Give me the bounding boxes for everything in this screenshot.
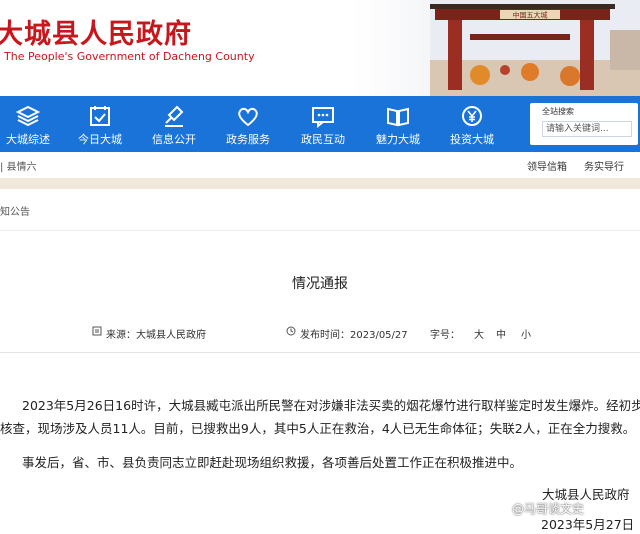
nav-label: 大城综述 xyxy=(6,133,50,146)
sub-bar: | 县情六 领导信箱 务实导行 xyxy=(0,152,640,179)
leader-mailbox-link[interactable]: 领导信箱 xyxy=(527,158,567,173)
divider xyxy=(0,352,640,353)
chat-icon xyxy=(312,107,334,128)
layers-icon xyxy=(15,105,41,127)
site-search: 全站搜索 请输入关键词... xyxy=(530,103,638,145)
divider-band xyxy=(0,178,640,189)
article-paragraph: 2023年5月26日16时许，大城县臧屯派出所民警在对涉嫌非法买卖的烟花爆竹进行… xyxy=(22,398,640,413)
nav-label: 信息公开 xyxy=(152,133,196,146)
gate-sign-text: 中国五大城 xyxy=(513,11,548,20)
nav-label: 政务服务 xyxy=(226,133,270,146)
book-icon xyxy=(387,107,409,127)
nav-item-services[interactable]: 政务服务 xyxy=(211,96,285,152)
search-title: 全站搜索 xyxy=(542,107,574,116)
yuan-coin-icon xyxy=(462,106,482,126)
font-size-small-button[interactable]: 小 xyxy=(521,326,531,341)
article-paragraph: 事发后，省、市、县负责同志立即赶赴现场组织救援，各项善后处置工作正在积极推进中。 xyxy=(22,455,523,470)
stamp-icon xyxy=(165,105,184,127)
guide-link[interactable]: 务实导行 xyxy=(584,158,624,173)
calendar-check-icon xyxy=(90,106,110,126)
nav-label: 魅力大城 xyxy=(376,133,420,146)
nav-item-overview[interactable]: 大城综述 xyxy=(0,96,65,152)
site-title[interactable]: 大城县人民政府 xyxy=(0,12,192,51)
publish-time: 发布时间：2023/05/27 xyxy=(300,330,408,341)
nav-item-info[interactable]: 信息公开 xyxy=(137,96,211,152)
nav-label: 今日大城 xyxy=(78,133,122,146)
source-icon xyxy=(92,326,102,339)
breadcrumb[interactable]: 知公告 xyxy=(0,203,30,218)
nav-label: 投资大城 xyxy=(450,133,494,146)
font-size-large-button[interactable]: 大 xyxy=(474,326,484,341)
gate-banner-image: 中国五大城 xyxy=(430,0,640,96)
divider xyxy=(0,230,640,231)
search-input[interactable]: 请输入关键词... xyxy=(542,121,632,137)
site-subtitle: The People's Government of Dacheng Count… xyxy=(4,50,255,63)
nav-item-invest[interactable]: 投资大城 xyxy=(435,96,509,152)
location-link[interactable]: | 县情六 xyxy=(0,158,37,173)
watermark: @马哥谈文史 xyxy=(512,502,585,516)
font-size-label: 字号： xyxy=(430,330,460,341)
font-size-medium-button[interactable]: 中 xyxy=(496,326,506,341)
article-paragraph: 核查，现场涉及人员11人。目前，已搜救出9人，其中5人正在救治，4人已无生命体征… xyxy=(0,421,636,436)
nav-item-interaction[interactable]: 政民互动 xyxy=(286,96,360,152)
article-source: 来源：大城县人民政府 xyxy=(106,330,206,341)
heart-icon xyxy=(238,107,258,127)
nav-label: 政民互动 xyxy=(301,133,345,146)
nav-item-charm[interactable]: 魅力大城 xyxy=(361,96,435,152)
site-header: 大城县人民政府 The People's Government of Dache… xyxy=(0,0,640,96)
clock-icon xyxy=(286,326,296,339)
article-title: 情况通报 xyxy=(292,276,348,292)
nav-item-today[interactable]: 今日大城 xyxy=(63,96,137,152)
